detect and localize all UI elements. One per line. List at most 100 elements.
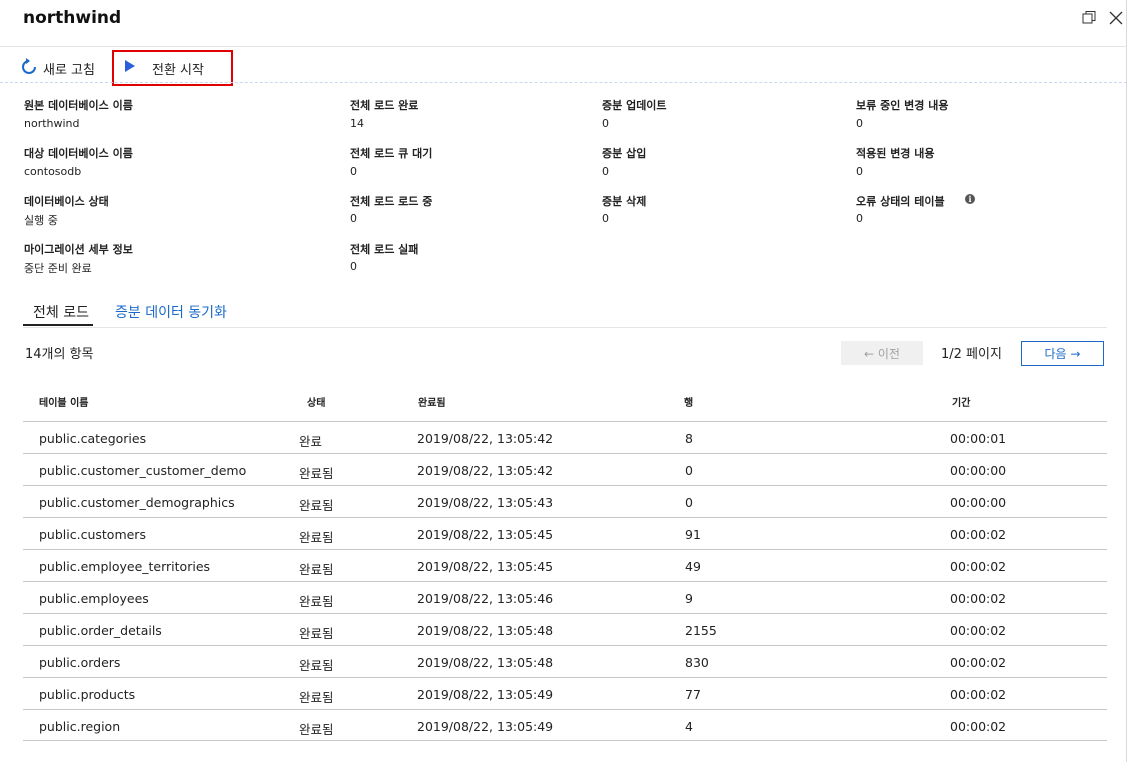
full-load-queued-value: 0 (350, 165, 357, 178)
column-header-duration[interactable]: 기간 (952, 394, 970, 409)
cell-table-name: public.customer_customer_demo (39, 463, 247, 478)
cell-duration: 00:00:02 (950, 527, 1007, 542)
full-load-failed-label: 전체 로드 실패 (350, 243, 419, 256)
cell-table-name: public.categories (39, 431, 147, 446)
cell-duration: 00:00:02 (950, 623, 1007, 638)
cell-completed: 2019/08/22, 13:05:48 (417, 655, 554, 670)
pending-changes-value: 0 (856, 117, 863, 130)
refresh-icon (21, 57, 37, 79)
cell-status: 완료됨 (299, 562, 334, 577)
tab-divider (23, 327, 1107, 328)
cell-status: 완료됨 (299, 466, 334, 481)
cell-status: 완료됨 (299, 690, 334, 705)
table-row[interactable]: public.employees 완료됨 2019/08/22, 13:05:4… (23, 581, 1107, 613)
cell-completed: 2019/08/22, 13:05:45 (417, 559, 554, 574)
cell-rows: 8 (685, 431, 693, 446)
cell-rows: 91 (685, 527, 701, 542)
cell-completed: 2019/08/22, 13:05:46 (417, 591, 554, 606)
table-row[interactable]: public.region 완료됨 2019/08/22, 13:05:49 4… (23, 709, 1107, 741)
cell-duration: 00:00:02 (950, 719, 1007, 734)
error-tables-label: 오류 상태의 테이블 (856, 195, 945, 208)
incr-inserts-label: 증분 삽입 (602, 147, 647, 160)
table-row[interactable]: public.categories 완료 2019/08/22, 13:05:4… (23, 421, 1107, 453)
cell-table-name: public.customer_demographics (39, 495, 235, 510)
cell-table-name: public.employee_territories (39, 559, 211, 574)
table-row[interactable]: public.orders 완료됨 2019/08/22, 13:05:48 8… (23, 645, 1107, 677)
column-header-completed[interactable]: 완료됨 (418, 394, 446, 409)
play-icon (124, 59, 136, 77)
table-row[interactable]: public.customers 완료됨 2019/08/22, 13:05:4… (23, 517, 1107, 549)
prev-page-button[interactable]: ← 이전 (841, 341, 923, 365)
full-load-complete-label: 전체 로드 완료 (350, 99, 419, 112)
target-db-label: 대상 데이터베이스 이름 (24, 147, 133, 160)
start-cutover-label: 전환 시작 (152, 62, 204, 78)
cell-duration: 00:00:00 (950, 463, 1007, 478)
migration-details-label: 마이그레이션 세부 정보 (24, 243, 133, 256)
full-load-loading-label: 전체 로드 로드 중 (350, 195, 433, 208)
cell-rows: 77 (685, 687, 701, 702)
cell-rows: 49 (685, 559, 701, 574)
cell-completed: 2019/08/22, 13:05:49 (417, 687, 554, 702)
cell-rows: 4 (685, 719, 693, 734)
column-header-table-name[interactable]: 테이블 이름 (39, 394, 88, 409)
incr-deletes-label: 증분 삭제 (602, 195, 647, 208)
info-icon[interactable]: i (965, 194, 975, 204)
cell-duration: 00:00:02 (950, 591, 1007, 606)
table-row[interactable]: public.products 완료됨 2019/08/22, 13:05:49… (23, 677, 1107, 709)
incr-inserts-value: 0 (602, 165, 609, 178)
column-header-rows[interactable]: 행 (684, 394, 693, 409)
cell-completed: 2019/08/22, 13:05:42 (417, 463, 554, 478)
table-row[interactable]: public.customer_demographics 완료됨 2019/08… (23, 485, 1107, 517)
table-row[interactable]: public.customer_customer_demo 완료됨 2019/0… (23, 453, 1107, 485)
cell-status: 완료됨 (299, 658, 334, 673)
refresh-button[interactable]: 새로 고침 (21, 52, 95, 84)
start-cutover-button[interactable]: 전환 시작 (112, 50, 233, 86)
full-load-complete-value: 14 (350, 117, 364, 130)
db-status-label: 데이터베이스 상태 (24, 195, 109, 208)
cell-table-name: public.region (39, 719, 121, 734)
cell-status: 완료됨 (299, 626, 334, 641)
cell-table-name: public.order_details (39, 623, 162, 638)
active-tab-indicator (23, 324, 93, 326)
source-db-label: 원본 데이터베이스 이름 (24, 99, 133, 112)
cell-completed: 2019/08/22, 13:05:49 (417, 719, 554, 734)
incr-updates-value: 0 (602, 117, 609, 130)
table-row[interactable]: public.employee_territories 완료됨 2019/08/… (23, 549, 1107, 581)
restore-icon[interactable] (1079, 8, 1099, 28)
pending-changes-label: 보류 중인 변경 내용 (856, 99, 949, 112)
source-db-value: northwind (24, 117, 80, 130)
cell-table-name: public.orders (39, 655, 121, 670)
page-title: northwind (23, 8, 122, 28)
tab-incremental-sync[interactable]: 증분 데이터 동기화 (115, 302, 227, 322)
toolbar-divider (0, 82, 1127, 83)
cell-duration: 00:00:02 (950, 687, 1007, 702)
cell-table-name: public.employees (39, 591, 149, 606)
close-icon[interactable] (1106, 8, 1126, 28)
item-count: 14개의 항목 (25, 347, 94, 362)
cell-status: 완료됨 (299, 722, 334, 737)
cell-rows: 2155 (685, 623, 717, 638)
cell-completed: 2019/08/22, 13:05:42 (417, 431, 554, 446)
cell-completed: 2019/08/22, 13:05:43 (417, 495, 554, 510)
column-header-status[interactable]: 상태 (307, 394, 325, 409)
cell-duration: 00:00:00 (950, 495, 1007, 510)
full-load-loading-value: 0 (350, 212, 357, 225)
tab-full-load[interactable]: 전체 로드 (33, 302, 89, 322)
applied-changes-value: 0 (856, 165, 863, 178)
incr-updates-label: 증분 업데이트 (602, 99, 667, 112)
cell-duration: 00:00:01 (950, 431, 1007, 446)
page-indicator: 1/2 페이지 (941, 347, 1002, 362)
next-page-button[interactable]: 다음 → (1021, 341, 1104, 366)
title-divider (0, 46, 1127, 47)
cell-rows: 9 (685, 591, 693, 606)
target-db-value: contosodb (24, 165, 82, 178)
cell-rows: 830 (685, 655, 709, 670)
cell-status: 완료 (299, 434, 323, 449)
cell-completed: 2019/08/22, 13:05:48 (417, 623, 554, 638)
applied-changes-label: 적용된 변경 내용 (856, 147, 935, 160)
full-load-queued-label: 전체 로드 큐 대기 (350, 147, 433, 160)
cell-duration: 00:00:02 (950, 559, 1007, 574)
table-row[interactable]: public.order_details 완료됨 2019/08/22, 13:… (23, 613, 1107, 645)
db-status-value: 실행 중 (24, 214, 58, 227)
cell-status: 완료됨 (299, 594, 334, 609)
